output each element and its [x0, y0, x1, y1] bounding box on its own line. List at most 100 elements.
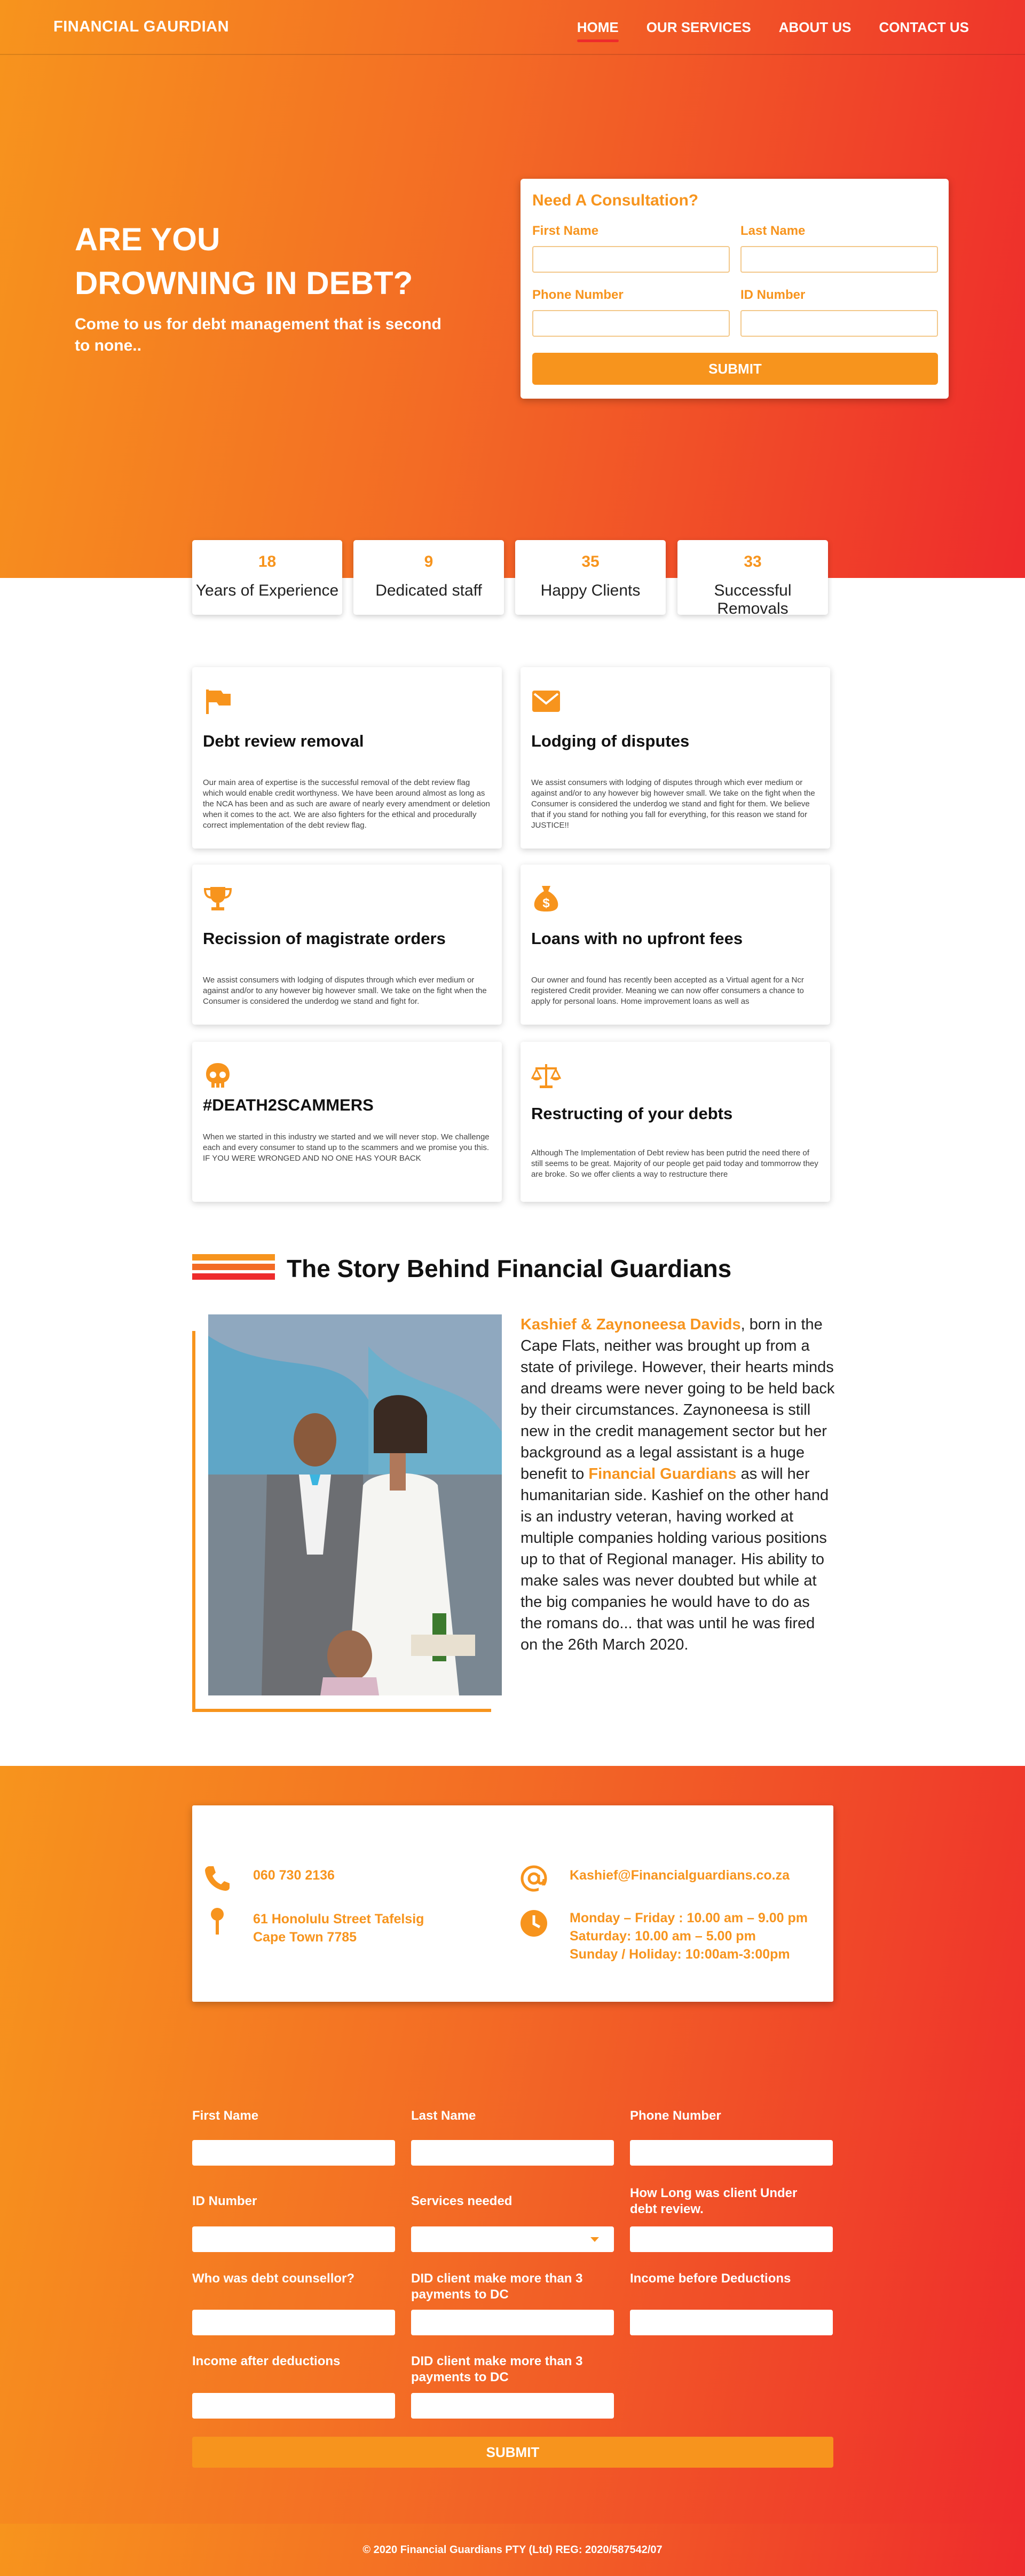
service-card: Recission of magistrate orders We assist… — [192, 865, 502, 1025]
location-pin-icon — [211, 1908, 224, 1935]
service-text: When we started in this industry we star… — [203, 1132, 490, 1163]
last-name-input[interactable] — [740, 246, 938, 273]
story-paragraph: Kashief & Zaynoneesa Davids, born in the… — [521, 1314, 835, 1655]
form-phone-label: Phone Number — [630, 2109, 721, 2123]
company-name: Financial Guardians — [588, 1465, 737, 1483]
founder-names: Kashief & Zaynoneesa Davids — [521, 1316, 741, 1333]
stat-label: Happy Clients — [540, 582, 641, 599]
form-did-payments-label-1: DID client make more than 3 payments to … — [411, 2271, 614, 2303]
footer-copyright: © 2020 Financial Guardians PTY (Ltd) REG… — [362, 2543, 663, 2556]
contact-email: Kashief@Financialguardians.co.za — [519, 1864, 790, 1893]
stat-value: 18 — [258, 553, 277, 570]
services-select[interactable] — [411, 2226, 614, 2252]
phone-number[interactable]: 060 730 2136 — [253, 1864, 335, 1884]
opening-hours: Monday – Friday : 10.00 am – 9.00 pm Sat… — [570, 1909, 808, 1963]
phone-input[interactable] — [532, 310, 730, 337]
form-phone-input[interactable] — [630, 2140, 833, 2166]
story-title: The Story Behind Financial Guardians — [287, 1255, 732, 1282]
did1-line1: DID client make more than 3 — [411, 2271, 583, 2286]
hero-subtitle: Come to us for debt management that is s… — [75, 315, 441, 354]
address-line2: Cape Town 7785 — [253, 1930, 357, 1945]
form-did-payments-input-2[interactable] — [411, 2393, 614, 2419]
hours-line1: Monday – Friday : 10.00 am – 9.00 pm — [570, 1911, 808, 1925]
did2-line2: payments to DC — [411, 2370, 509, 2384]
consultation-title: Need A Consultation? — [532, 192, 699, 209]
stat-card: 33 Successful Removals — [677, 540, 828, 617]
svg-text:$: $ — [542, 896, 550, 910]
hero-title-line2: DROWNING IN DEBT? — [75, 265, 413, 301]
stat-value: 9 — [424, 553, 433, 570]
nav-about[interactable]: ABOUT US — [779, 19, 851, 36]
service-title: #DEATH2SCAMMERS — [203, 1096, 374, 1114]
address: 61 Honolulu Street Tafelsig Cape Town 77… — [253, 1907, 424, 1946]
id-number-input[interactable] — [740, 310, 938, 337]
nav-home[interactable]: HOME — [577, 19, 619, 42]
form-income-before-input[interactable] — [630, 2310, 833, 2335]
service-title: Lodging of disputes — [531, 732, 690, 750]
service-card: Restructing of your debts Although The I… — [521, 1042, 830, 1202]
chevron-down-icon — [590, 2237, 599, 2242]
stat-value: 35 — [581, 553, 600, 570]
form-id-number-input[interactable] — [192, 2226, 395, 2252]
flag-icon — [206, 689, 231, 714]
trophy-icon — [203, 887, 232, 910]
form-income-after-label: Income after deductions — [192, 2354, 341, 2368]
brand-logo[interactable]: FINANCIAL GAURDIAN — [53, 18, 229, 36]
form-last-name-label: Last Name — [411, 2109, 476, 2123]
services-select-wrapper — [411, 2226, 614, 2252]
form-income-before-label: Income before Deductions — [630, 2271, 791, 2286]
hero-section: ARE YOU DROWNING IN DEBT? Come to us for… — [0, 0, 1025, 578]
contact-hours: Monday – Friday : 10.00 am – 9.00 pm Sat… — [519, 1909, 808, 1963]
form-services-label: Services needed — [411, 2194, 512, 2208]
stat-label: Successful Removals — [714, 582, 792, 617]
form-did-payments-input-1[interactable] — [411, 2310, 614, 2335]
top-navbar: FINANCIAL GAURDIAN HOME OUR SERVICES ABO… — [0, 0, 1025, 55]
form-counsellor-label: Who was debt counsellor? — [192, 2271, 355, 2286]
stats-row: 18 Years of Experience 9 Dedicated staff… — [192, 540, 828, 617]
stat-label: Years of Experience — [195, 582, 339, 599]
service-title: Recission of magistrate orders — [203, 929, 446, 948]
first-name-input[interactable] — [532, 246, 730, 273]
stat-card: 35 Happy Clients — [515, 540, 666, 615]
form-did-payments-label-2: DID client make more than 3 payments to … — [411, 2353, 614, 2385]
service-title: Debt review removal — [203, 732, 364, 750]
consultation-submit-button[interactable]: SUBMIT — [532, 353, 938, 385]
first-name-label: First Name — [532, 224, 599, 238]
form-income-after-input[interactable] — [192, 2393, 395, 2419]
did2-line1: DID client make more than 3 — [411, 2354, 583, 2368]
form-counsellor-input[interactable] — [192, 2310, 395, 2335]
stat-card: 9 Dedicated staff — [353, 540, 504, 615]
service-title: Loans with no upfront fees — [531, 929, 743, 948]
hours-line3: Sunday / Holiday: 10:00am-3:00pm — [570, 1947, 790, 1962]
phone-icon — [205, 1866, 230, 1891]
intake-submit-button[interactable]: SUBMIT — [192, 2437, 833, 2468]
service-text: Our main area of expertise is the succes… — [203, 778, 490, 830]
service-text: Although The Implementation of Debt revi… — [531, 1148, 818, 1179]
service-text: Our owner and found has recently been ac… — [531, 976, 804, 1006]
email-address[interactable]: Kashief@Financialguardians.co.za — [570, 1864, 790, 1884]
form-how-long-label: How Long was client Under debt review. — [630, 2185, 833, 2217]
last-name-label: Last Name — [740, 224, 806, 238]
at-sign-icon — [521, 1865, 547, 1893]
service-card: #DEATH2SCAMMERS When we started in this … — [192, 1042, 502, 1202]
stat-card: 18 Years of Experience — [192, 540, 342, 615]
contact-card: 060 730 2136 61 Honolulu Street Tafelsig… — [192, 1805, 833, 2002]
nav-contact[interactable]: CONTACT US — [879, 19, 969, 36]
consultation-form: Need A Consultation? First Name Last Nam… — [521, 179, 949, 399]
did1-line2: payments to DC — [411, 2287, 509, 2302]
service-card: Lodging of disputes We assist consumers … — [521, 667, 830, 849]
heading-stripes-icon — [192, 1254, 275, 1283]
how-long-line1: How Long was client Under — [630, 2186, 798, 2200]
founders-photo — [208, 1314, 502, 1695]
form-how-long-input[interactable] — [630, 2226, 833, 2252]
form-last-name-input[interactable] — [411, 2140, 614, 2166]
id-number-label: ID Number — [740, 288, 806, 302]
nav-services[interactable]: OUR SERVICES — [646, 19, 751, 36]
form-first-name-input[interactable] — [192, 2140, 395, 2166]
scales-icon — [531, 1064, 562, 1088]
founders-photo-image — [208, 1314, 502, 1695]
service-title: Restructing of your debts — [531, 1104, 733, 1123]
service-text: We assist consumers with lodging of disp… — [531, 778, 815, 830]
envelope-icon — [532, 691, 560, 712]
story-text-part2: as will her humanitarian side. Kashief o… — [521, 1465, 829, 1653]
